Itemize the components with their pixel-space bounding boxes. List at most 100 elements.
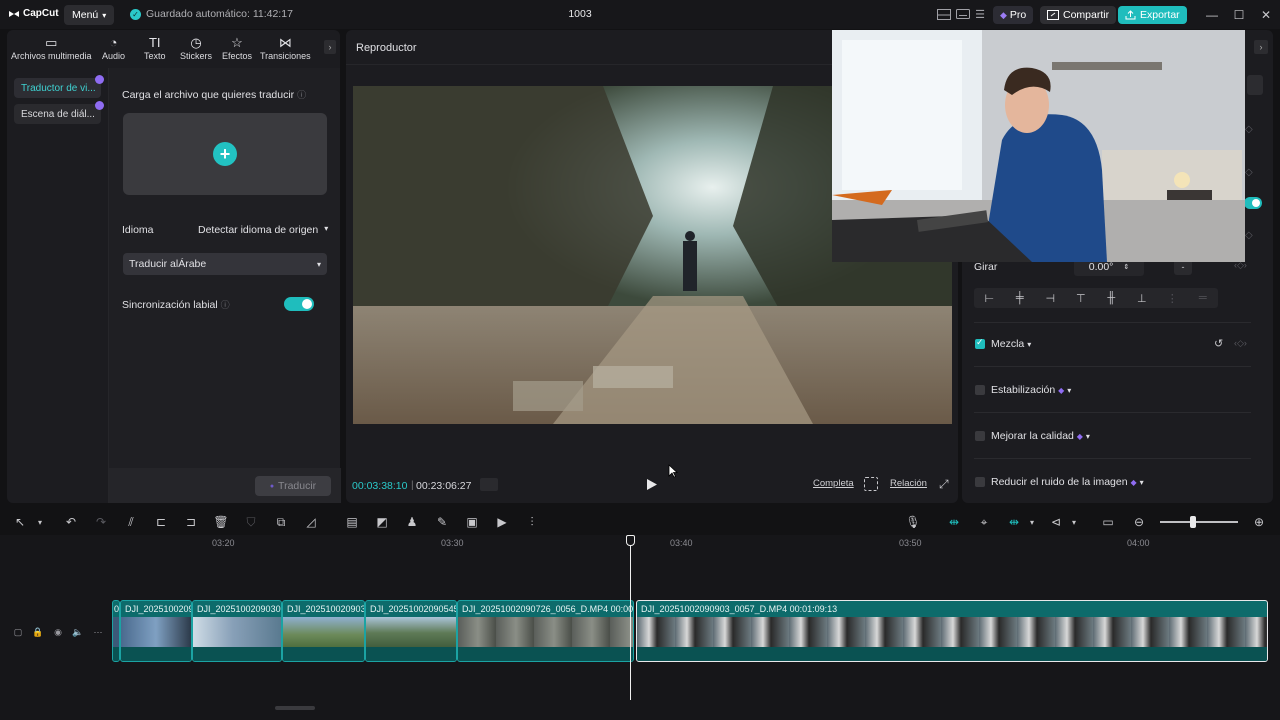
scale-toggle[interactable]: [1244, 197, 1262, 209]
translate-button[interactable]: ● Traducir: [255, 476, 331, 496]
video-stabilize-icon[interactable]: ▶: [494, 514, 510, 530]
magic-wand-icon[interactable]: ✎: [434, 514, 450, 530]
chevron-down-icon[interactable]: ▾: [32, 514, 48, 530]
link-clips-icon[interactable]: ⇹: [946, 514, 962, 530]
detect-language-dropdown[interactable]: Detectar idioma de origen ▾: [198, 224, 328, 236]
playhead[interactable]: [630, 535, 631, 700]
stepper-icon[interactable]: ⇕: [1123, 263, 1129, 271]
project-title[interactable]: 1003: [560, 8, 600, 20]
chevron-down-icon[interactable]: ▾: [1027, 340, 1031, 349]
timeline-clip[interactable]: DJI_2025100209: [120, 600, 192, 662]
sidenav-item-video-translator[interactable]: Traductor de vi...: [14, 75, 104, 98]
media-box-icon[interactable]: ▤: [344, 514, 360, 530]
snap-icon[interactable]: ⌖: [976, 514, 992, 530]
timeline-clip[interactable]: DJI_20251002090307: [192, 600, 282, 662]
timeline-ruler[interactable]: 03:20 03:30 03:40 03:50 04:00: [112, 535, 1280, 551]
align-left-icon[interactable]: ⊢: [974, 292, 1005, 305]
pro-button[interactable]: ◆ Pro: [993, 6, 1034, 24]
keyframe-icon[interactable]: ◇: [1245, 230, 1253, 241]
chevron-down-icon[interactable]: ▾: [1086, 432, 1090, 441]
menu-lines-icon[interactable]: ☰: [972, 7, 988, 21]
keyframe-nav-icon[interactable]: ‹◇›: [1234, 338, 1247, 349]
redo-icon[interactable]: ↷: [93, 514, 109, 530]
chevron-down-icon[interactable]: ▾: [1140, 478, 1144, 487]
close-icon[interactable]: ✕: [1259, 8, 1273, 22]
microphone-icon[interactable]: 🎙: [905, 514, 921, 530]
playhead-handle[interactable]: [626, 535, 635, 546]
minimize-icon[interactable]: —: [1205, 8, 1219, 22]
tab-media[interactable]: ▭ Archivos multimedia: [11, 35, 92, 61]
stabilize-checkbox[interactable]: [975, 385, 985, 395]
play-icon[interactable]: [646, 478, 658, 491]
screen-icon[interactable]: ▭: [1100, 514, 1116, 530]
align-top-icon[interactable]: ⊤: [1066, 292, 1097, 305]
select-cursor-icon[interactable]: ↖: [12, 514, 28, 530]
chevron-down-icon[interactable]: ▾: [1066, 514, 1082, 530]
sidenav-item-dialogue-scene[interactable]: Escena de diál...: [14, 101, 104, 124]
tab-text[interactable]: TI Texto: [144, 35, 166, 61]
tab-effects[interactable]: ☆ Efectos: [222, 35, 252, 61]
volume-icon[interactable]: 🔈: [72, 627, 84, 638]
plus-icon[interactable]: +: [213, 142, 237, 166]
shield-icon[interactable]: ⛉: [243, 514, 259, 530]
upload-dropzone[interactable]: +: [123, 113, 327, 195]
tab-transitions[interactable]: ⋈ Transiciones: [260, 35, 311, 61]
enhance-checkbox[interactable]: [975, 431, 985, 441]
timeline-clip[interactable]: DJI_20251002090726_0056_D.MP4 00:00:0: [457, 600, 634, 662]
split-right-icon[interactable]: ⊐: [183, 514, 199, 530]
side-scroll-handle[interactable]: [1247, 75, 1263, 95]
menu-button[interactable]: Menú ▾: [64, 5, 115, 25]
chevron-right-icon[interactable]: ›: [324, 40, 336, 54]
distribute-h-icon[interactable]: ⋮: [1157, 292, 1188, 305]
timecode-grid-icon[interactable]: [480, 478, 498, 491]
reset-icon[interactable]: ↺: [1214, 337, 1223, 350]
export-button[interactable]: Exportar: [1118, 6, 1187, 24]
lock-icon[interactable]: 🔒: [32, 627, 44, 638]
fullscreen-icon[interactable]: ⤢: [939, 477, 949, 492]
align-bottom-icon[interactable]: ⊥: [1127, 292, 1158, 305]
align-right-icon[interactable]: ⊣: [1035, 292, 1066, 305]
split-left-icon[interactable]: ⊏: [153, 514, 169, 530]
chevron-down-icon[interactable]: ▾: [1024, 514, 1040, 530]
align-center-h-icon[interactable]: ╪: [1005, 292, 1036, 304]
crop-frame-icon[interactable]: [864, 477, 878, 491]
split-icon[interactable]: ⫽: [123, 514, 139, 530]
blend-checkbox[interactable]: ✓: [975, 337, 985, 349]
help-icon[interactable]: ⓘ: [221, 300, 230, 310]
timeline-clip[interactable]: 0(: [112, 600, 120, 662]
person-effect-icon[interactable]: ♟: [404, 514, 420, 530]
zoom-slider-handle[interactable]: [1190, 516, 1196, 528]
undo-icon[interactable]: ↶: [63, 514, 79, 530]
zoom-slider-track[interactable]: [1160, 521, 1238, 523]
audio-wave-icon[interactable]: ⫶: [524, 514, 540, 530]
preview-axis-icon[interactable]: ⊲: [1048, 514, 1064, 530]
more-icon[interactable]: ⋯: [92, 627, 104, 638]
keyframe-icon[interactable]: ◇: [1245, 124, 1253, 135]
align-center-v-icon[interactable]: ╫: [1096, 292, 1127, 304]
tab-stickers[interactable]: ◷ Stickers: [180, 35, 212, 61]
eye-icon[interactable]: ◉: [52, 627, 64, 638]
aspect-ratio-button[interactable]: Relación: [890, 478, 927, 489]
timeline-scrollbar[interactable]: [275, 706, 315, 710]
share-button[interactable]: Compartir: [1040, 6, 1117, 24]
zoom-out-icon[interactable]: ⊖: [1131, 514, 1147, 530]
help-icon[interactable]: ⓘ: [297, 90, 306, 100]
delete-icon[interactable]: 🗑: [213, 514, 229, 530]
layout-icon[interactable]: [936, 7, 952, 21]
mirror-icon[interactable]: ◩: [374, 514, 390, 530]
track-cover-icon[interactable]: ▢: [12, 627, 24, 638]
speed-icon[interactable]: ◿: [303, 514, 319, 530]
distribute-v-icon[interactable]: ═: [1188, 292, 1219, 304]
zoom-in-icon[interactable]: ⊕: [1251, 514, 1267, 530]
full-view-button[interactable]: Completa: [813, 478, 854, 489]
timeline-clip[interactable]: DJI_20251002090545: [365, 600, 457, 662]
timeline-clip[interactable]: DJI_2025100209030: [282, 600, 365, 662]
chevron-down-icon[interactable]: ▾: [1067, 386, 1071, 395]
denoise-checkbox[interactable]: [975, 477, 985, 487]
hd-icon[interactable]: ▣: [464, 514, 480, 530]
keyboard-icon[interactable]: [955, 7, 971, 21]
lipsync-toggle[interactable]: [284, 297, 314, 311]
target-language-select[interactable]: Traducir alÁrabe ▾: [123, 253, 327, 275]
maximize-icon[interactable]: ☐: [1232, 8, 1246, 22]
crop-icon[interactable]: ⧉: [273, 514, 289, 530]
